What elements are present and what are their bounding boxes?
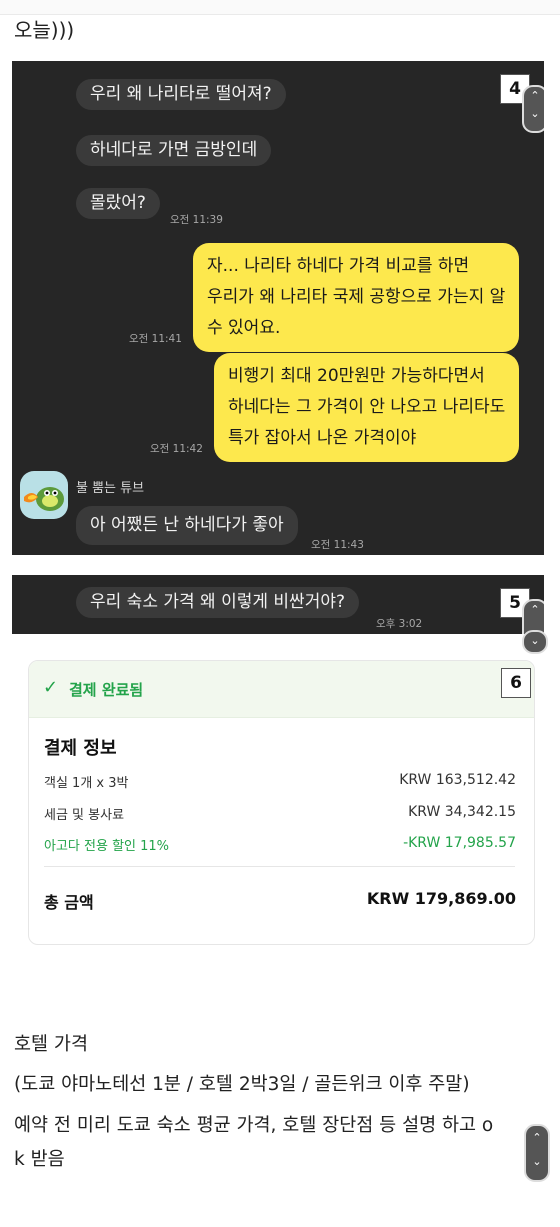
chevron-down-icon: ⌄ [530, 634, 540, 647]
payment-info-title: 결제 정보 [44, 738, 117, 759]
scroll-handle-bottom[interactable]: ⌃ ⌄ [524, 1124, 550, 1182]
scroll-handle[interactable]: ⌃ [522, 599, 544, 634]
top-divider [0, 0, 560, 15]
divider [44, 866, 515, 867]
message-bubble: 우리 숙소 가격 왜 이렇게 비싼거야? [76, 587, 360, 618]
message-line: 자... 나리타 하네다 가격 비교를 하면 [207, 256, 470, 276]
caption-title: 호텔 가격 [14, 1034, 88, 1055]
scroll-handle-lower[interactable]: ⌄ [522, 630, 548, 654]
label-number-badge: 6 [501, 668, 531, 698]
line-item-label: 세금 및 봉사료 [44, 808, 125, 823]
message-bubble: 하네다로 가면 금방인데 [76, 135, 272, 166]
message-time: 오후 3:02 [376, 618, 423, 630]
message-bubble: 아 어쨌든 난 하네다가 좋아 [76, 506, 298, 545]
chevron-up-icon: ⌃ [530, 89, 540, 102]
sender-name: 불 뿜는 튜브 [76, 481, 145, 496]
line-item-value: KRW 34,342.15 [408, 804, 516, 820]
message-line: 비행기 최대 20만원만 가능하다면서 [228, 366, 485, 386]
message-time: 오전 11:39 [170, 214, 223, 226]
chevron-up-icon: ⌃ [530, 603, 540, 616]
discount-value: -KRW 17,985.57 [403, 835, 516, 851]
message-time: 오전 11:43 [311, 539, 364, 551]
checkmark-icon: ✓ [43, 677, 59, 698]
caption-note: 예약 전 미리 도쿄 숙소 평균 가격, 호텔 장단점 등 설명 하고 o [14, 1115, 494, 1136]
line-item-label: 객실 1개 x 3박 [44, 776, 129, 791]
discount-label: 아고다 전용 할인 11% [44, 839, 170, 854]
total-label: 총 금액 [44, 893, 94, 912]
avatar[interactable] [20, 471, 68, 519]
chat-screenshot-2: 우리 숙소 가격 왜 이렇게 비싼거야? 오후 3:02 5 ⌃ [12, 575, 544, 634]
message-bubble: 몰랐어? [76, 188, 160, 219]
total-value: KRW 179,869.00 [366, 889, 516, 908]
message-line: 수 있어요. [207, 318, 281, 338]
message-time: 오전 11:42 [150, 443, 203, 455]
message-bubble: 우리 왜 나리타로 떨어져? [76, 79, 286, 110]
payment-card: ✓ 결제 완료됨 6 결제 정보 객실 1개 x 3박 KRW 163,512.… [28, 660, 535, 945]
payment-status-header: ✓ 결제 완료됨 [29, 661, 534, 718]
message-line: 우리가 왜 나리타 국제 공항으로 가는지 알 [207, 287, 506, 307]
message-bubble-outgoing: 비행기 최대 20만원만 가능하다면서 하네다는 그 가격이 안 나오고 나리타… [214, 353, 520, 462]
scroll-handle[interactable]: ⌃ ⌄ [522, 85, 544, 133]
caption-note-continued: k 받음 [14, 1149, 65, 1170]
chevron-up-icon: ⌃ [532, 1131, 542, 1144]
dragon-avatar-icon [24, 487, 64, 511]
chevron-down-icon: ⌄ [532, 1155, 542, 1168]
intro-text: 오늘))) [14, 18, 75, 42]
message-line: 특가 잡아서 나온 가격이야 [228, 428, 417, 448]
message-line: 하네다는 그 가격이 안 나오고 나리타도 [228, 397, 506, 417]
line-item-value: KRW 163,512.42 [399, 772, 516, 788]
message-bubble-outgoing: 자... 나리타 하네다 가격 비교를 하면 우리가 왜 나리타 국제 공항으로… [193, 243, 520, 352]
payment-status: 결제 완료됨 [69, 681, 144, 699]
message-time: 오전 11:41 [129, 333, 182, 345]
chevron-down-icon: ⌄ [530, 107, 540, 120]
caption-details: (도쿄 야마노테선 1분 / 호텔 2박3일 / 골든위크 이후 주말) [14, 1074, 470, 1095]
chat-screenshot-1: 우리 왜 나리타로 떨어져? 하네다로 가면 금방인데 몰랐어? 오전 11:3… [12, 61, 544, 555]
